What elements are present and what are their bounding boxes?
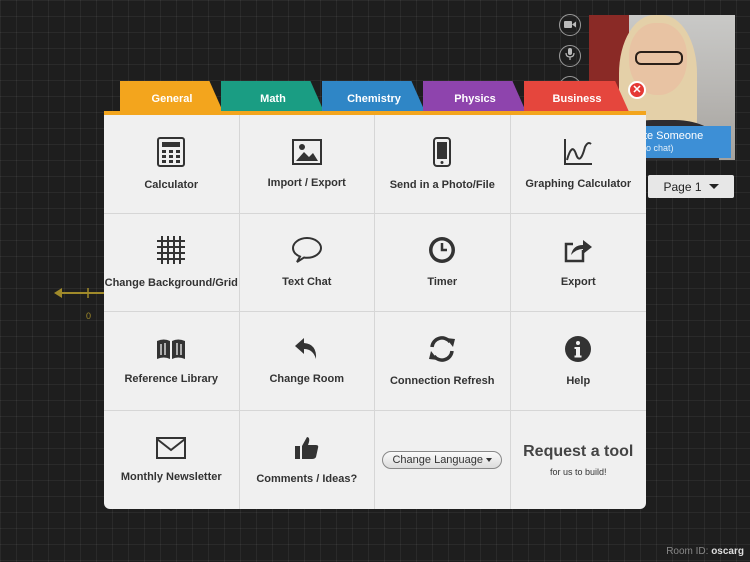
page-label: Page 1 [663, 179, 702, 194]
tool-label: Change Background/Grid [104, 277, 238, 290]
tab-chemistry[interactable]: Chemistry [322, 81, 426, 114]
tool-label: Timer [427, 276, 458, 289]
tab-general[interactable]: General [120, 81, 224, 114]
tool-label: Monthly Newsletter [120, 470, 222, 483]
tool-import-export[interactable]: Import / Export [239, 115, 375, 214]
tool-connection-refresh[interactable]: Connection Refresh [375, 312, 511, 411]
tab-math-label: Math [260, 92, 286, 105]
tab-chemistry-label: Chemistry [347, 92, 401, 105]
chevron-down-icon [486, 457, 493, 462]
tool-send-photo-file[interactable]: Send in a Photo/File [375, 115, 511, 214]
tools-panel: Calculator Import / Export Send in a Pho… [104, 111, 646, 509]
room-id-value: oscarg [711, 546, 744, 557]
invite-label: vite Someone [636, 130, 704, 142]
number-line-axis [54, 288, 106, 298]
book-icon [155, 337, 187, 361]
video-toggle-button[interactable] [559, 14, 581, 36]
language-cell: Change Language [375, 410, 511, 509]
tool-calculator[interactable]: Calculator [104, 115, 240, 214]
video-camera-icon [564, 16, 576, 34]
tool-help[interactable]: Help [510, 312, 646, 411]
page-selector-button[interactable]: Page 1 [648, 175, 734, 198]
tool-text-chat[interactable]: Text Chat [239, 213, 375, 312]
reply-arrow-icon [294, 337, 320, 361]
tab-business-label: Business [552, 92, 602, 105]
tool-monthly-newsletter[interactable]: Monthly Newsletter [104, 410, 240, 509]
share-export-icon [563, 236, 593, 264]
tool-export[interactable]: Export [510, 214, 646, 312]
info-icon [564, 335, 592, 363]
refresh-icon [428, 335, 456, 363]
tab-math[interactable]: Math [221, 81, 325, 114]
close-button[interactable]: ✕ [628, 81, 646, 99]
calculator-icon [157, 136, 186, 167]
tool-label: Send in a Photo/File [389, 178, 495, 191]
tab-physics-label: Physics [454, 92, 496, 105]
phone-icon [433, 136, 452, 167]
tool-label: Text Chat [282, 276, 332, 289]
chat-bubble-icon [291, 236, 323, 264]
tool-label: Connection Refresh [389, 374, 495, 387]
tool-comments-ideas[interactable]: Comments / Ideas? [240, 410, 375, 509]
tab-physics[interactable]: Physics [423, 81, 527, 114]
tool-label: Export [560, 276, 596, 289]
invite-sublabel: deo chat) [636, 143, 674, 153]
tool-label: Change Room [269, 372, 345, 385]
microphone-icon [565, 47, 575, 65]
tool-reference-library[interactable]: Reference Library [104, 312, 240, 411]
close-icon: ✕ [632, 83, 642, 96]
envelope-icon [156, 436, 187, 459]
request-tool-subtitle: for us to build! [549, 466, 607, 477]
tool-change-background-grid[interactable]: Change Background/Grid [104, 213, 240, 312]
tool-label: Import / Export [267, 176, 346, 189]
room-id-label: Room ID: [666, 546, 709, 557]
image-icon [291, 138, 322, 165]
graph-icon [563, 138, 593, 166]
tool-label: Comments / Ideas? [256, 472, 358, 485]
tool-timer[interactable]: Timer [375, 213, 511, 312]
change-language-dropdown[interactable]: Change Language [382, 450, 503, 469]
tool-graphing-calculator[interactable]: Graphing Calculator [510, 115, 646, 214]
tab-business[interactable]: Business [524, 81, 630, 114]
tab-general-label: General [151, 92, 193, 105]
axis-zero-label: 0 [86, 311, 92, 321]
microphone-toggle-button[interactable] [559, 45, 581, 67]
tool-label: Graphing Calculator [525, 177, 632, 190]
request-tool-title: Request a tool [523, 442, 634, 460]
tool-label: Reference Library [124, 372, 219, 385]
tool-change-room[interactable]: Change Room [239, 312, 375, 411]
tool-label: Calculator [144, 178, 199, 191]
grid-icon [156, 235, 186, 265]
room-id: Room ID: oscarg [666, 546, 744, 557]
thumbs-up-icon [294, 435, 320, 461]
tool-label: Help [566, 374, 591, 387]
chevron-down-icon [708, 184, 719, 189]
request-tool-cell[interactable]: Request a tool for us to build! [511, 411, 647, 510]
clock-icon [428, 236, 456, 264]
change-language-label: Change Language [392, 453, 484, 466]
